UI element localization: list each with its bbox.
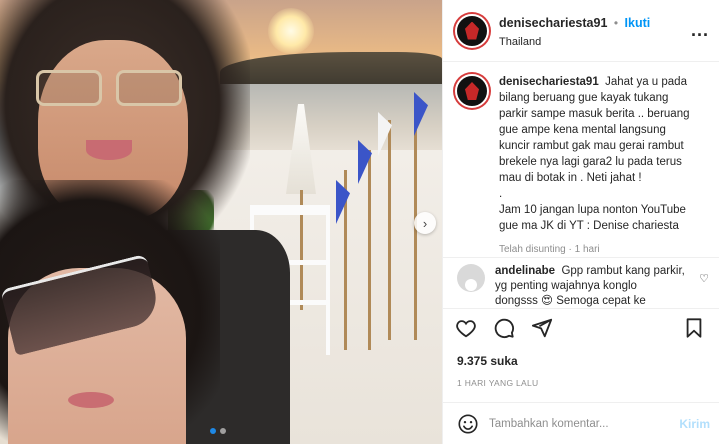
caption-avatar[interactable] — [455, 74, 489, 108]
bookmark-icon — [686, 317, 702, 338]
chevron-right-icon: › — [422, 215, 428, 231]
carousel-next-button[interactable]: › — [414, 212, 436, 234]
save-button[interactable] — [683, 317, 707, 341]
avatar-logo-icon — [465, 82, 479, 100]
username-link[interactable]: denisechariesta91 — [499, 16, 607, 30]
edited-time[interactable]: 1 hari — [575, 244, 600, 255]
edited-status: Telah disunting · 1 hari — [499, 242, 707, 258]
comment-line: Gpp rambut kang parkir, — [561, 265, 685, 277]
woman-lips — [68, 392, 114, 408]
lens-right — [116, 70, 182, 106]
flag-pole — [368, 150, 371, 350]
edited-separator: · — [568, 244, 572, 255]
caption-line: mau di botak in . Neti jahat ! — [499, 172, 642, 184]
comment-line: yg penting wajahnya konglo — [495, 280, 637, 292]
commenter-username[interactable]: andelinabe — [495, 265, 555, 277]
send-icon — [531, 318, 553, 337]
caption-line: . — [499, 188, 503, 200]
carousel-dot — [220, 428, 226, 434]
post-timestamp[interactable]: 1 HARI YANG LALU — [443, 368, 719, 388]
caption-line: gue ma JK di YT : Denise chariesta — [499, 220, 679, 232]
carousel-dot-active — [210, 428, 216, 434]
smiley-icon — [458, 413, 478, 434]
avatar-logo-icon — [465, 21, 479, 40]
heart-icon — [456, 319, 476, 337]
share-button[interactable] — [531, 317, 555, 341]
post-comment-button[interactable]: Kirim — [679, 417, 710, 431]
default-user-icon — [465, 279, 477, 291]
caption-username[interactable]: denisechariesta91 — [499, 76, 599, 88]
post-side-panel: denisechariesta91 • Ikuti Thailand ... d… — [442, 0, 719, 444]
post-photo[interactable]: › — [0, 0, 442, 444]
caption-line: brekele nya lagi gara2 lu pada terus — [499, 156, 682, 168]
separator-dot: • — [613, 15, 619, 30]
comment-input[interactable] — [489, 417, 680, 430]
emoji-button[interactable] — [457, 413, 479, 435]
likes-count[interactable]: 9.375 suka — [443, 348, 719, 368]
header-info: denisechariesta91 • Ikuti Thailand — [499, 14, 691, 48]
caption-line: bilang beruang gue kayak tukang — [499, 92, 669, 104]
sunglasses — [36, 70, 186, 106]
location-link[interactable]: Thailand — [499, 36, 691, 48]
comment-button[interactable] — [493, 317, 517, 341]
caption-line: gue ampe kena mental langsung — [499, 124, 666, 136]
comment-item: andelinabe Gpp rambut kang parkir, yg pe… — [443, 258, 719, 308]
comment-line: dongsss 😍 Semoga cepat ke — [495, 295, 646, 307]
action-bar — [443, 308, 719, 348]
post-header: denisechariesta91 • Ikuti Thailand ... — [443, 0, 719, 62]
island — [220, 52, 442, 86]
comment-text: andelinabe Gpp rambut kang parkir, yg pe… — [495, 264, 700, 308]
sun — [268, 8, 314, 54]
caption-text: denisechariesta91 Jahat ya u pada bilang… — [499, 74, 707, 257]
comment-icon — [494, 318, 514, 338]
caption-line: kuncir rambut gak mau gerai rambut — [499, 140, 684, 152]
follow-button[interactable]: Ikuti — [625, 16, 651, 30]
caption-line: Jahat ya u pada — [605, 76, 687, 88]
caption: denisechariesta91 Jahat ya u pada bilang… — [443, 62, 719, 258]
comment-like-icon[interactable]: ♡ — [699, 272, 709, 285]
carousel-dots — [210, 428, 226, 434]
lens-left — [36, 70, 102, 106]
flag-pole — [388, 120, 391, 340]
more-options-icon[interactable]: ... — [691, 20, 709, 41]
edited-label: Telah disunting — [499, 244, 566, 255]
caption-line: Jam 10 jangan lupa nonton YouTube — [499, 204, 686, 216]
commenter-avatar[interactable] — [457, 264, 485, 292]
tongue — [86, 140, 132, 160]
avatar[interactable] — [455, 13, 489, 48]
caption-line: parkir sampe masuk berita .. beruang — [499, 108, 690, 120]
like-button[interactable] — [455, 317, 479, 341]
add-comment-bar: Kirim — [443, 402, 719, 444]
